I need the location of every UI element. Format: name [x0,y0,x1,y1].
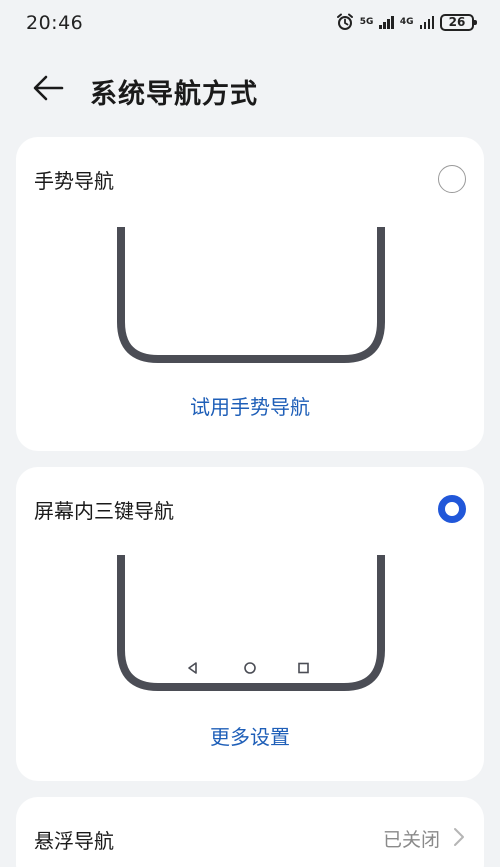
nav-back-key-icon [188,662,197,674]
three-key-nav-card[interactable]: 屏幕内三键导航 更多设置 [16,467,484,781]
network-type-1: 5G [359,16,374,27]
floating-nav-title: 悬浮导航 [34,829,114,853]
back-arrow-icon [33,75,64,101]
page-header: 系统导航方式 [0,60,500,116]
three-key-nav-radio[interactable] [438,495,466,523]
three-key-nav-title: 屏幕内三键导航 [34,499,174,523]
status-icons: 5G 4G 26 [336,13,477,31]
status-time: 20:46 [26,12,84,34]
floating-nav-status: 已关闭 [382,829,440,851]
signal-icon-2 [419,15,434,29]
three-key-phone-illustration [117,555,385,691]
signal-icon-1 [379,15,394,29]
chevron-right-icon [454,828,464,846]
network-type-2: 4G [399,16,414,27]
status-bar: 20:46 5G 4G 26 [0,0,500,48]
gesture-nav-card[interactable]: 手势导航 试用手势导航 [16,137,484,451]
gesture-nav-title: 手势导航 [34,169,114,193]
gesture-phone-illustration [117,227,385,363]
gesture-nav-radio[interactable] [438,165,466,193]
nav-recent-key-icon [298,662,309,674]
try-gesture-nav-link[interactable]: 试用手势导航 [16,391,484,420]
page-title: 系统导航方式 [90,79,258,110]
battery-icon: 26 [440,13,477,31]
back-button[interactable] [28,70,68,106]
more-settings-link[interactable]: 更多设置 [16,721,484,750]
alarm-icon [336,13,353,30]
floating-nav-row[interactable]: 悬浮导航 已关闭 [16,797,484,867]
nav-home-key-icon [244,662,256,674]
